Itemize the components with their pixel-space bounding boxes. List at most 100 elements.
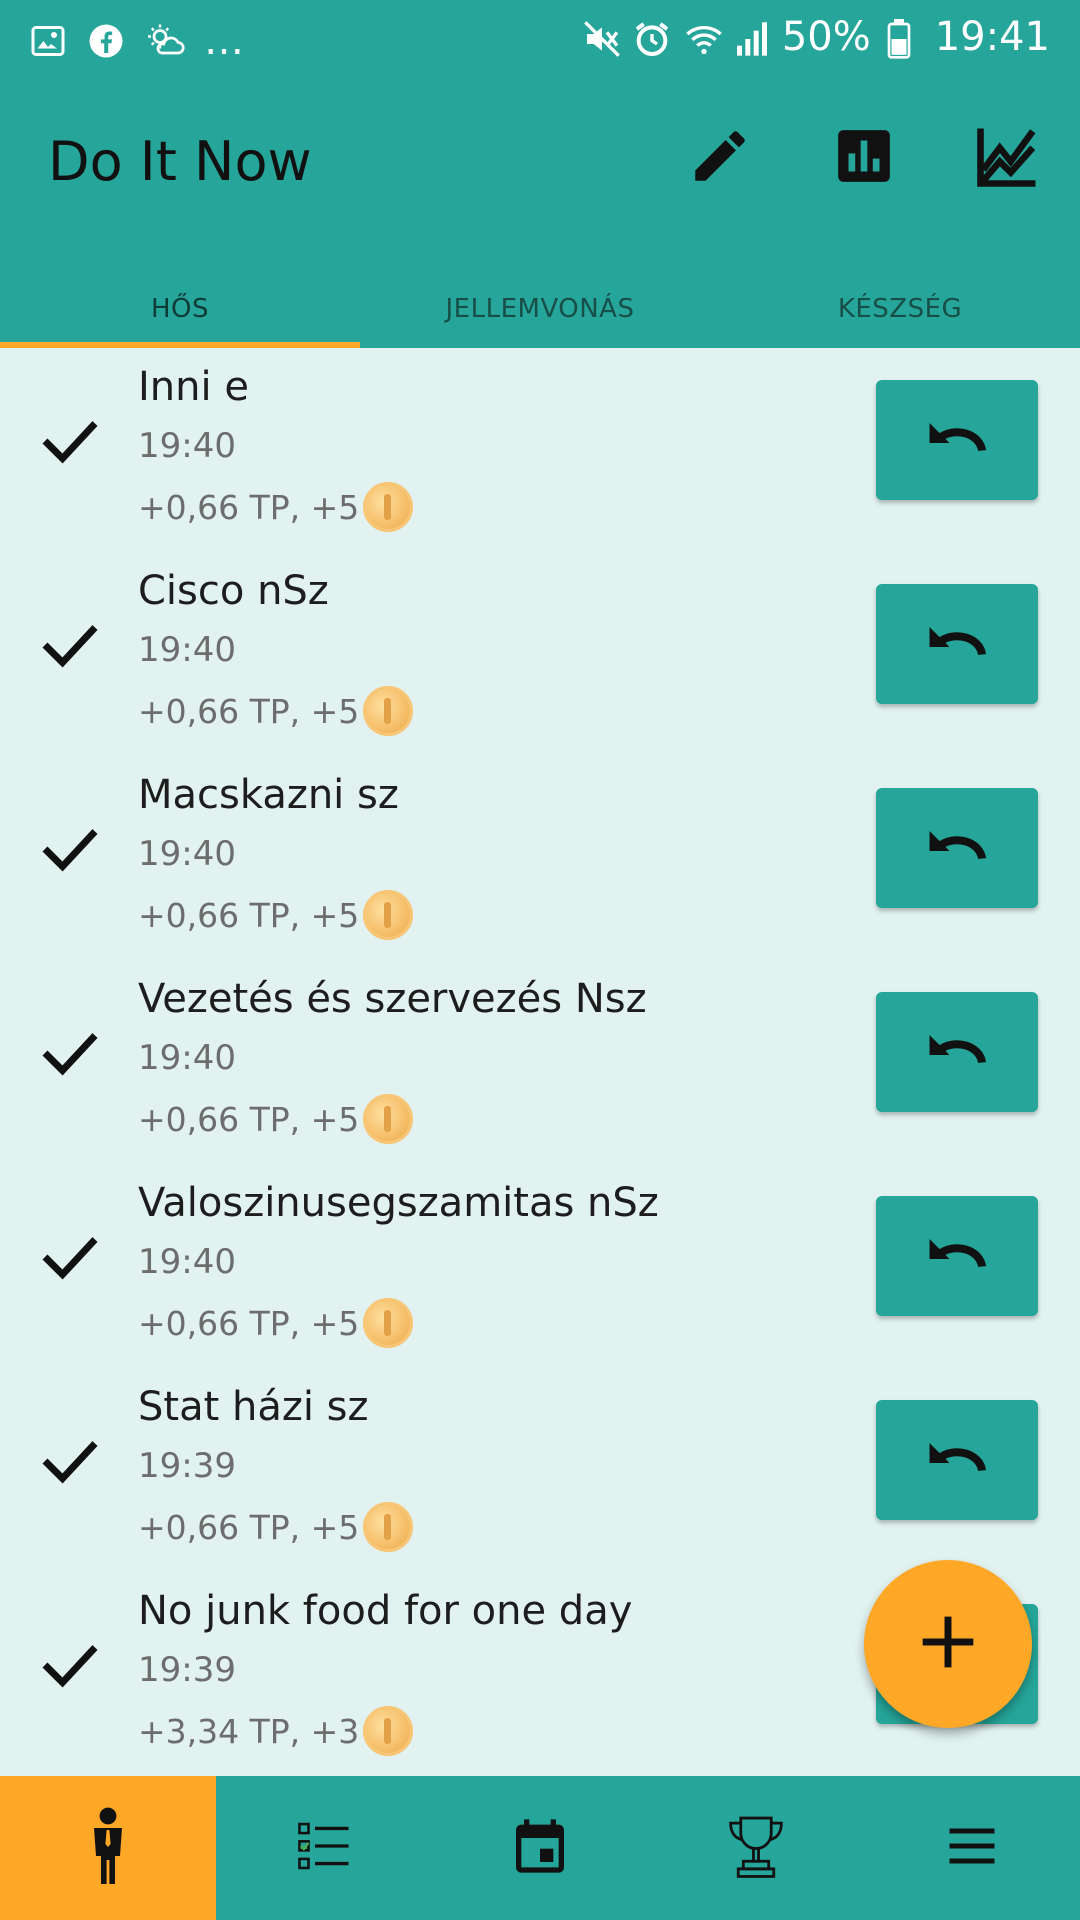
plus-icon (910, 1604, 986, 1684)
wifi-icon (682, 19, 722, 55)
task-reward: +0,66 TP, +5 (138, 1094, 414, 1144)
task-reward-text: +0,66 TP, +5 (138, 691, 360, 731)
battery-icon (885, 19, 921, 59)
trophy-icon (725, 1813, 787, 1883)
bottom-navigation (0, 1776, 1080, 1920)
nav-hero[interactable] (0, 1776, 216, 1920)
task-reward: +3,34 TP, +3 (138, 1706, 414, 1756)
facebook-icon (88, 23, 124, 59)
undo-button[interactable] (876, 1400, 1038, 1520)
nav-achievements[interactable] (648, 1776, 864, 1920)
task-reward: +0,66 TP, +5 (138, 1298, 414, 1348)
gallery-icon (30, 23, 66, 59)
undo-icon (922, 413, 992, 467)
task-reward-text: +0,66 TP, +5 (138, 1099, 360, 1139)
tab-hero-label: HŐS (150, 294, 210, 324)
coin-icon (363, 686, 414, 736)
undo-button[interactable] (876, 1196, 1038, 1316)
mute-icon (582, 19, 620, 57)
task-title: Vezetés és szervezés Nsz (138, 976, 647, 1022)
coin-icon (363, 1706, 414, 1756)
coin-icon (363, 1502, 414, 1552)
task-time: 19:40 (138, 426, 236, 466)
task-title: Inni e (138, 364, 249, 410)
undo-icon (922, 1025, 992, 1079)
check-icon (40, 824, 100, 874)
task-reward: +0,66 TP, +5 (138, 1502, 414, 1552)
tab-skills[interactable]: KÉSZSÉG (720, 270, 1080, 348)
status-bar: … 50% 19:41 (0, 0, 1080, 78)
tab-skills-label: KÉSZSÉG (837, 294, 963, 324)
task-time: 19:39 (138, 1650, 236, 1690)
edit-button[interactable] (684, 122, 756, 194)
undo-button[interactable] (876, 992, 1038, 1112)
check-icon (40, 416, 100, 466)
tab-bar: HŐS JELLEMVONÁS KÉSZSÉG (0, 270, 1080, 348)
list-item: Valoszinusegszamitas nSz 19:40 +0,66 TP,… (0, 1164, 1080, 1368)
app-bar: Do It Now HŐS JELLEMVONÁS KÉSZSÉG (0, 78, 1080, 348)
menu-icon (942, 1816, 1002, 1880)
list-item: Stat házi sz 19:39 +0,66 TP, +5 (0, 1368, 1080, 1572)
calendar-icon (508, 1814, 572, 1882)
task-reward-text: +0,66 TP, +5 (138, 895, 360, 935)
nav-calendar[interactable] (432, 1776, 648, 1920)
list-item: Macskazni sz 19:40 +0,66 TP, +5 (0, 756, 1080, 960)
task-reward-text: +0,66 TP, +5 (138, 1303, 360, 1343)
task-title: Stat házi sz (138, 1384, 369, 1430)
coin-icon (363, 482, 414, 532)
check-icon (40, 620, 100, 670)
task-title: Cisco nSz (138, 568, 329, 614)
coin-icon (363, 1298, 414, 1348)
task-reward-text: +0,66 TP, +5 (138, 1507, 360, 1547)
more-notifications: … (204, 18, 244, 64)
task-reward-text: +3,34 TP, +3 (138, 1711, 360, 1751)
undo-icon (922, 1229, 992, 1283)
weather-icon (146, 23, 185, 59)
tab-hero[interactable]: HŐS (0, 270, 360, 348)
list-item: Cisco nSz 19:40 +0,66 TP, +5 (0, 552, 1080, 756)
task-time: 19:40 (138, 630, 236, 670)
undo-icon (922, 617, 992, 671)
tab-traits-label: JELLEMVONÁS (445, 294, 635, 324)
task-title: Valoszinusegszamitas nSz (138, 1180, 659, 1226)
task-reward: +0,66 TP, +5 (138, 482, 414, 532)
task-time: 19:39 (138, 1446, 236, 1486)
task-reward: +0,66 TP, +5 (138, 890, 414, 940)
task-time: 19:40 (138, 834, 236, 874)
nav-menu[interactable] (864, 1776, 1080, 1920)
task-time: 19:40 (138, 1038, 236, 1078)
add-task-button[interactable] (864, 1560, 1032, 1728)
bar-chart-icon (833, 125, 895, 191)
hero-icon (88, 1806, 128, 1890)
clock: 19:41 (934, 14, 1050, 60)
task-reward-text: +0,66 TP, +5 (138, 487, 360, 527)
task-time: 19:40 (138, 1242, 236, 1282)
undo-button[interactable] (876, 380, 1038, 500)
coin-icon (363, 1094, 414, 1144)
coin-icon (363, 890, 414, 940)
undo-icon (922, 821, 992, 875)
undo-icon (922, 1433, 992, 1487)
list-item: Inni e 19:40 +0,66 TP, +5 (0, 348, 1080, 552)
app-title: Do It Now (48, 130, 312, 193)
edit-icon (687, 123, 753, 193)
tab-traits[interactable]: JELLEMVONÁS (360, 270, 720, 348)
undo-button[interactable] (876, 584, 1038, 704)
line-chart-icon (975, 123, 1041, 193)
check-icon (40, 1436, 100, 1486)
undo-button[interactable] (876, 788, 1038, 908)
list-item: Vezetés és szervezés Nsz 19:40 +0,66 TP,… (0, 960, 1080, 1164)
checklist-icon (293, 1815, 355, 1881)
battery-percent: 50% (781, 14, 871, 60)
completed-task-list: Inni e 19:40 +0,66 TP, +5 Cisco nSz 19:4… (0, 348, 1080, 1776)
check-icon (40, 1028, 100, 1078)
nav-tasks[interactable] (216, 1776, 432, 1920)
check-icon (40, 1232, 100, 1282)
progress-chart-button[interactable] (972, 122, 1044, 194)
alarm-icon (632, 19, 669, 57)
task-title: No junk food for one day (138, 1588, 633, 1634)
check-icon (40, 1640, 100, 1690)
task-reward: +0,66 TP, +5 (138, 686, 414, 736)
statistics-button[interactable] (828, 122, 900, 194)
signal-icon (732, 19, 768, 56)
